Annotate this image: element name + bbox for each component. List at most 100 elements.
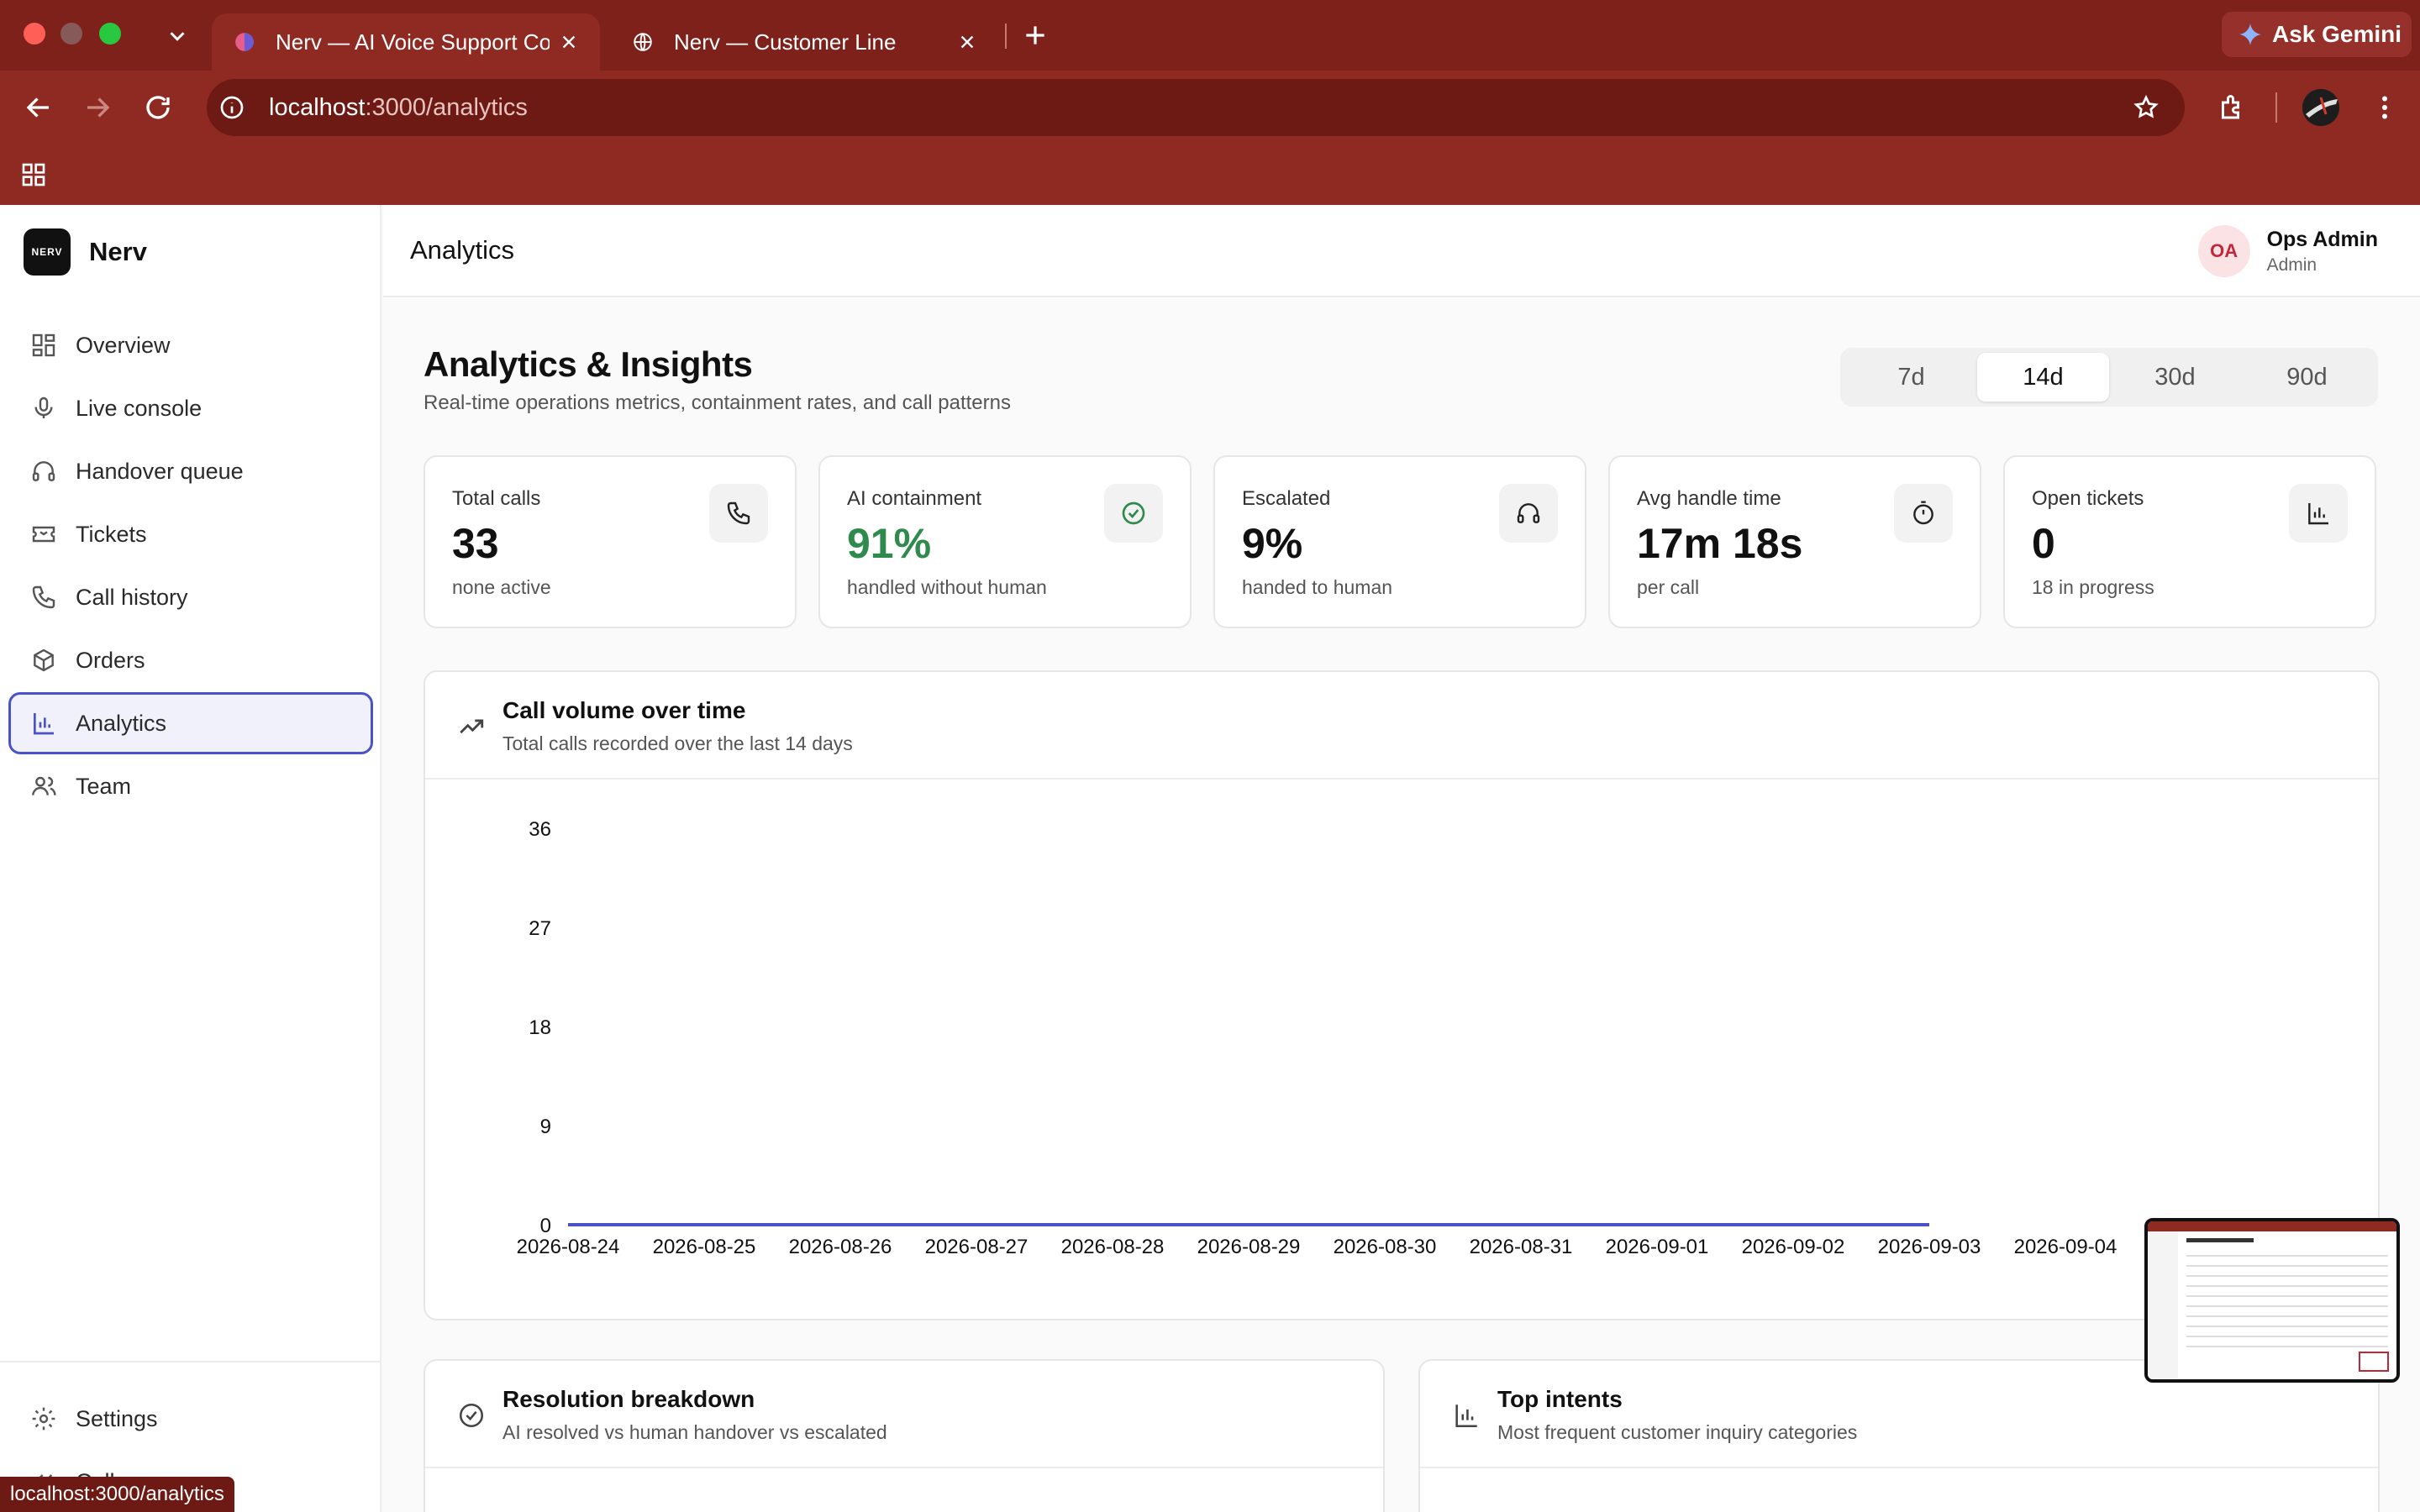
users-icon bbox=[32, 776, 56, 795]
brand-name: Nerv bbox=[89, 237, 147, 266]
range-7d-button[interactable]: 7d bbox=[1845, 353, 1977, 402]
sidebar-item-label: Live console bbox=[76, 395, 203, 421]
user-menu[interactable]: OA Ops Admin Admin bbox=[2197, 225, 2378, 277]
kpi-total-calls: Total calls 33 none active bbox=[424, 455, 797, 628]
card-title: Top intents bbox=[1497, 1386, 1623, 1412]
kpi-note: none active bbox=[452, 576, 551, 598]
sidebar-item-label: Settings bbox=[76, 1405, 158, 1431]
x-tick-label: 2026-08-30 bbox=[1334, 1236, 1437, 1258]
range-90d-button[interactable]: 90d bbox=[2241, 353, 2373, 402]
sidebar-item-label: Tickets bbox=[76, 521, 147, 547]
y-tick-label: 27 bbox=[529, 917, 551, 940]
sidebar-item-call-history[interactable]: Call history bbox=[8, 566, 373, 628]
avatar: OA bbox=[2197, 225, 2250, 277]
kpi-value: 0 bbox=[2032, 520, 2055, 567]
range-30d-button[interactable]: 30d bbox=[2109, 353, 2241, 402]
x-tick-label: 2026-09-03 bbox=[1878, 1236, 1981, 1258]
x-tick-label: 2026-08-26 bbox=[789, 1236, 892, 1258]
x-tick-label: 2026-08-25 bbox=[653, 1236, 756, 1258]
profile-avatar[interactable] bbox=[2302, 89, 2339, 126]
maximize-window-button[interactable] bbox=[99, 23, 121, 45]
browser-chrome: Nerv — AI Voice Support Con Nerv — Custo… bbox=[0, 0, 2420, 205]
page-heading: Analytics & Insights bbox=[424, 344, 753, 384]
chevron-down-icon[interactable] bbox=[165, 24, 190, 49]
address-bar[interactable]: localhost:3000/analytics bbox=[207, 79, 2185, 136]
close-icon[interactable] bbox=[958, 33, 976, 51]
sidebar: NERV Nerv Overview Live console Handover… bbox=[0, 205, 381, 1512]
tab-customer-line[interactable]: Nerv — Customer Line bbox=[610, 13, 998, 71]
sidebar-item-label: Team bbox=[76, 773, 132, 799]
kpi-avg-handle-time: Avg handle time 17m 18s per call bbox=[1608, 455, 1981, 628]
apps-grid-icon[interactable] bbox=[20, 161, 47, 188]
kpi-value: 91% bbox=[847, 520, 932, 567]
y-tick-label: 0 bbox=[540, 1215, 551, 1237]
sidebar-item-tickets[interactable]: Tickets bbox=[8, 503, 373, 565]
close-icon[interactable] bbox=[560, 33, 578, 51]
tab-divider bbox=[1005, 24, 1007, 49]
kpi-row: Total calls 33 none active AI containmen… bbox=[424, 455, 2376, 628]
new-tab-plus-icon[interactable] bbox=[1022, 22, 1049, 49]
sidebar-item-label: Orders bbox=[76, 647, 145, 673]
sidebar-item-settings[interactable]: Settings bbox=[8, 1388, 371, 1450]
x-tick-label: 2026-08-24 bbox=[517, 1236, 620, 1258]
grid-icon bbox=[32, 333, 55, 357]
x-tick-label: 2026-08-27 bbox=[925, 1236, 1028, 1258]
trending-up-icon bbox=[460, 719, 484, 734]
card-header: Call volume over time Total calls record… bbox=[425, 672, 2378, 780]
headphones-icon bbox=[32, 461, 55, 481]
page-title: Analytics bbox=[410, 235, 515, 265]
call-volume-card: Call volume over time Total calls record… bbox=[424, 670, 2380, 1320]
screen-preview-thumbnail[interactable] bbox=[2144, 1218, 2400, 1383]
phone-icon bbox=[727, 501, 750, 525]
top-bar: Analytics OA Ops Admin Admin bbox=[383, 205, 2420, 297]
kpi-value: 33 bbox=[452, 520, 499, 567]
kpi-label: Escalated bbox=[1242, 487, 1331, 510]
sidebar-item-label: Analytics bbox=[76, 710, 167, 736]
card-subtitle: AI resolved vs human handover vs escalat… bbox=[502, 1421, 887, 1443]
kpi-note: 18 in progress bbox=[2032, 576, 2154, 598]
kpi-value: 17m 18s bbox=[1637, 520, 1803, 567]
timer-icon bbox=[1913, 501, 1933, 525]
mic-icon bbox=[34, 396, 53, 418]
check-circle-icon bbox=[459, 1403, 484, 1428]
more-vert-icon[interactable] bbox=[2370, 92, 2400, 123]
reload-icon[interactable] bbox=[143, 92, 173, 123]
headphones-icon bbox=[1517, 503, 1540, 523]
kpi-open-tickets: Open tickets 0 18 in progress bbox=[2003, 455, 2376, 628]
sidebar-nav: Overview Live console Handover queue Tic… bbox=[8, 314, 373, 818]
sidebar-item-orders[interactable]: Orders bbox=[8, 629, 373, 691]
site-info-icon[interactable] bbox=[218, 94, 245, 121]
user-name: Ops Admin bbox=[2266, 227, 2378, 251]
tab-title: Nerv — Customer Line bbox=[674, 29, 897, 55]
sidebar-item-team[interactable]: Team bbox=[8, 755, 373, 817]
sidebar-item-analytics[interactable]: Analytics bbox=[8, 692, 373, 754]
range-14d-button[interactable]: 14d bbox=[1977, 353, 2109, 402]
kpi-label: AI containment bbox=[847, 487, 982, 510]
sidebar-item-overview[interactable]: Overview bbox=[8, 314, 373, 376]
back-arrow-icon[interactable] bbox=[24, 92, 54, 123]
kpi-note: per call bbox=[1637, 576, 1700, 598]
status-bar-url: localhost:3000/analytics bbox=[0, 1477, 234, 1512]
card-title: Call volume over time bbox=[502, 697, 746, 723]
y-tick-label: 18 bbox=[529, 1016, 551, 1039]
kpi-note: handled without human bbox=[847, 576, 1047, 598]
check-circle-icon bbox=[1122, 501, 1145, 525]
bookmark-star-icon[interactable] bbox=[2133, 94, 2160, 121]
page-subheading: Real-time operations metrics, containmen… bbox=[424, 391, 1011, 414]
minimize-window-button[interactable] bbox=[60, 23, 82, 45]
tab-analytics[interactable]: Nerv — AI Voice Support Con bbox=[212, 13, 600, 71]
extensions-puzzle-icon[interactable] bbox=[2217, 92, 2247, 123]
app-root: NERV Nerv Overview Live console Handover… bbox=[0, 205, 2420, 1512]
box-icon bbox=[34, 648, 54, 672]
sidebar-item-handover-queue[interactable]: Handover queue bbox=[8, 440, 373, 502]
x-tick-label: 2026-09-02 bbox=[1742, 1236, 1845, 1258]
gear-icon bbox=[32, 1407, 55, 1431]
ask-gemini-button[interactable]: Ask Gemini bbox=[2222, 12, 2412, 57]
forward-arrow-icon[interactable] bbox=[82, 92, 113, 123]
close-window-button[interactable] bbox=[24, 23, 45, 45]
sidebar-item-live-console[interactable]: Live console bbox=[8, 377, 373, 439]
gemini-sparkle-icon bbox=[2239, 24, 2261, 45]
brand[interactable]: NERV Nerv bbox=[24, 228, 147, 276]
sidebar-item-label: Overview bbox=[76, 332, 171, 358]
card-subtitle: Total calls recorded over the last 14 da… bbox=[502, 732, 853, 754]
